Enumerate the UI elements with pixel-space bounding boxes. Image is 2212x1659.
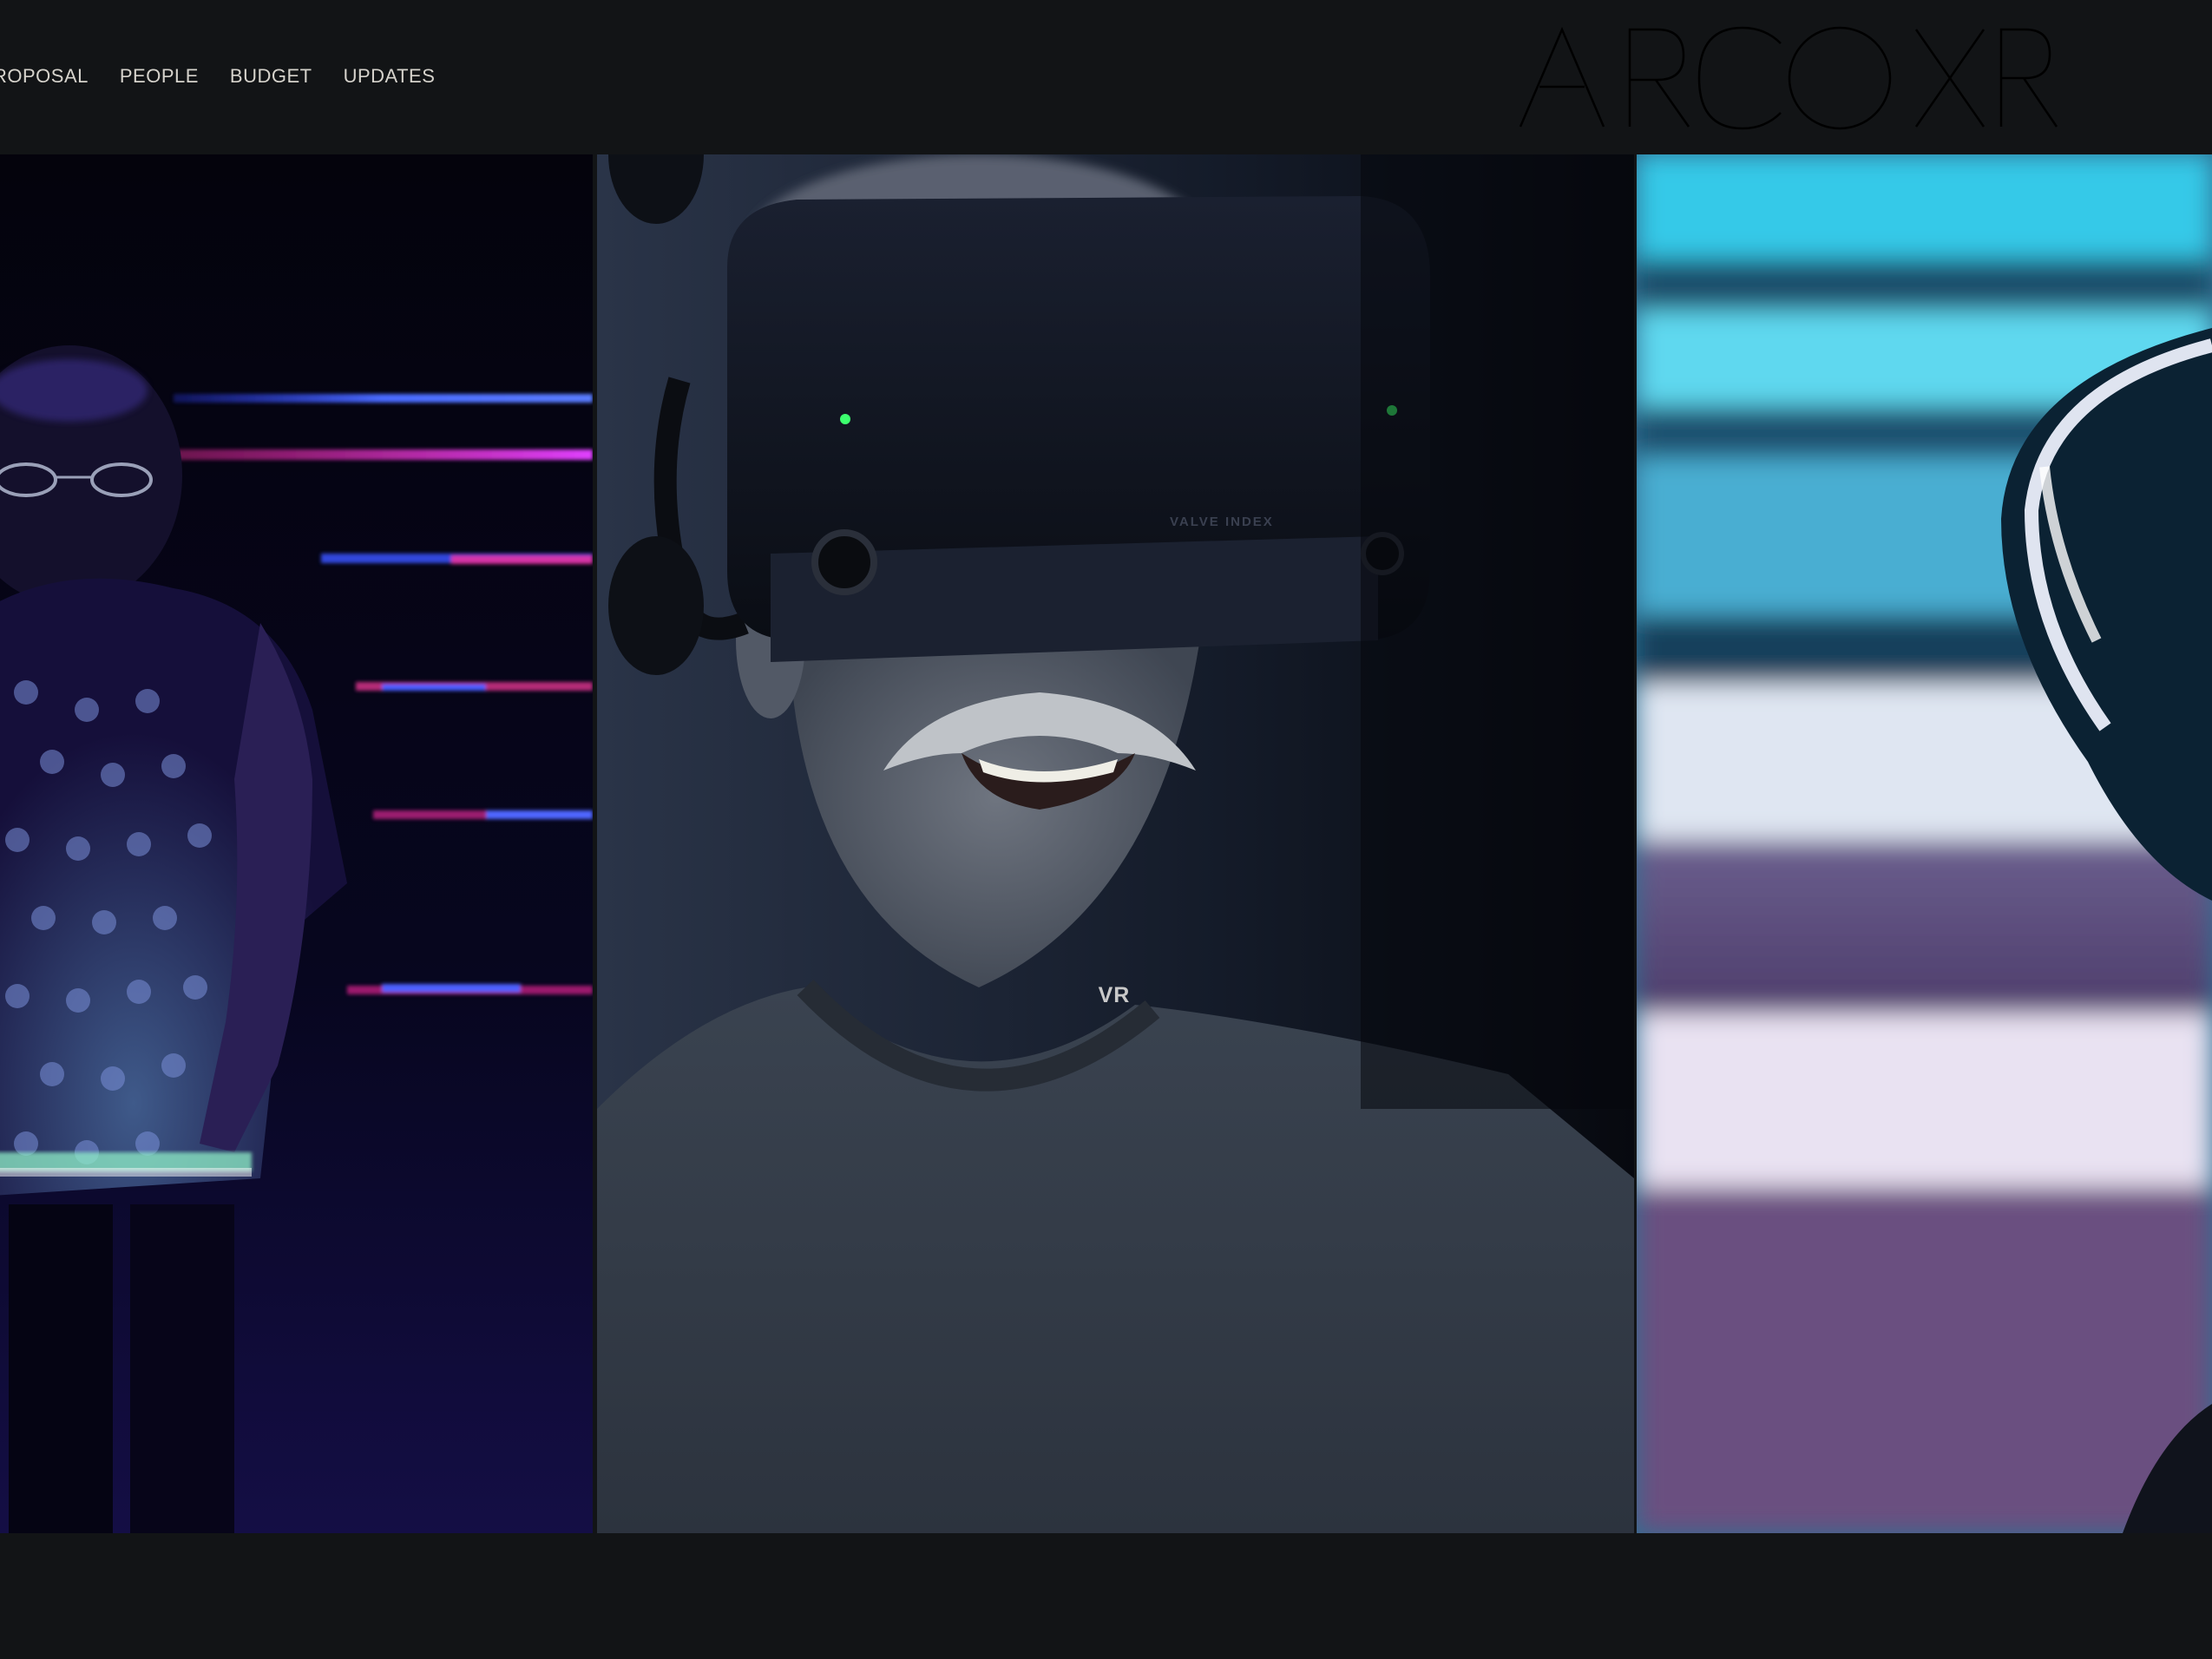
gallery-image-ar[interactable]	[1637, 154, 2212, 1533]
nav-link-budget[interactable]: BUDGET	[230, 62, 312, 90]
gallery-image-musician[interactable]	[0, 154, 593, 1533]
gallery-caption: VR	[1098, 983, 1131, 1007]
gallery-strip: VALVE INDEX VR	[0, 154, 2212, 1533]
site-header: ROPOSAL PEOPLE BUDGET UPDATES	[0, 0, 2212, 154]
nav-link-proposal[interactable]: ROPOSAL	[0, 62, 89, 90]
nav-link-updates[interactable]: UPDATES	[344, 62, 436, 90]
site-logo[interactable]	[1519, 24, 2058, 132]
gallery-image-vr[interactable]: VALVE INDEX	[597, 154, 1634, 1533]
headset-brand-label: VALVE INDEX	[1170, 515, 1274, 529]
footer-band	[0, 1533, 2212, 1659]
logo-wordmark	[1519, 26, 2058, 130]
main-nav: ROPOSAL PEOPLE BUDGET UPDATES	[0, 62, 466, 90]
nav-link-people[interactable]: PEOPLE	[120, 62, 199, 90]
